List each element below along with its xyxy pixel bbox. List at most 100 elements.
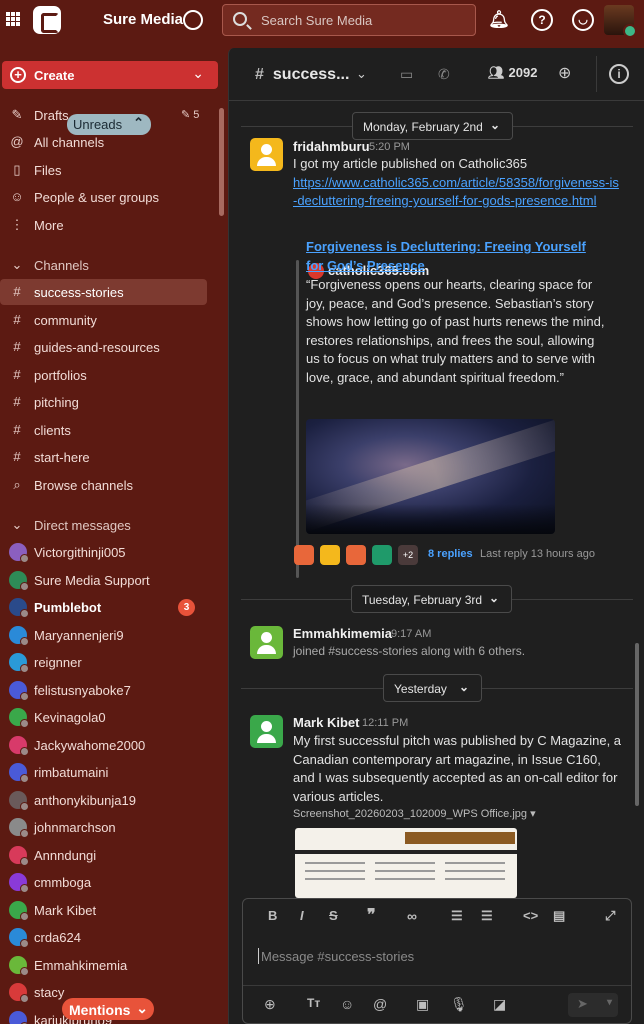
hash-icon: # (13, 312, 21, 327)
create-button[interactable]: + Create ⌄ (2, 61, 218, 89)
info-icon[interactable]: i (609, 64, 629, 84)
date-label: Tuesday, February 3rd (362, 593, 483, 607)
sidebar-item-dm[interactable]: Annndungi (0, 842, 218, 868)
post-time[interactable]: 12:11 PM (362, 717, 408, 729)
mentions-label: Mentions (69, 1002, 131, 1018)
sidebar-item-dm[interactable]: anthonykibunja19 (0, 787, 218, 813)
message-input[interactable]: Message #success-stories (257, 948, 414, 964)
post-username[interactable]: Emmahkimemia (293, 626, 392, 641)
sidebar-item-guides-and-resources[interactable]: # guides-and-resources (0, 334, 218, 360)
channel-label: guides-and-resources (34, 340, 160, 355)
link-icon[interactable]: ∞ (407, 908, 417, 924)
plus-circle-icon[interactable]: ⊕ (264, 996, 276, 1013)
post-link[interactable]: https://www.catholic365.com/article/5835… (293, 174, 623, 210)
file-attachment[interactable]: Screenshot_20260203_102009_WPS Office.jp… (293, 807, 536, 820)
add-member-icon[interactable]: ⊕ (558, 63, 571, 83)
avatar[interactable] (250, 715, 283, 748)
channels-header[interactable]: ⌄ Channels (0, 252, 218, 278)
sidebar-item-dm[interactable]: crda624 (0, 924, 218, 950)
bullet-list-icon[interactable]: ☰ (481, 908, 493, 924)
mention-icon[interactable]: @ (373, 996, 387, 1012)
team-name[interactable]: Sure Media (103, 11, 183, 28)
sidebar-item-start-here[interactable]: # start-here (0, 444, 218, 470)
sidebar-item-dm[interactable]: Pumblebot 3 (0, 594, 218, 620)
code-icon[interactable]: <> (523, 908, 538, 923)
whiteboard-icon[interactable]: ◪ (493, 996, 506, 1013)
emoji-icon[interactable]: ☺ (340, 996, 354, 1012)
sidebar-item-success-stories[interactable]: # success-stories (0, 279, 207, 305)
ordered-list-icon[interactable]: ☰ (451, 908, 463, 924)
formatting-toolbar: B I S ❞ ∞ ☰ ☰ <> ▤ ⤢ (243, 899, 631, 935)
phone-icon[interactable]: ✆ (438, 66, 450, 83)
mentions-pill[interactable]: Mentions ⌄ (62, 998, 154, 1020)
sidebar-item-clients[interactable]: # clients (0, 417, 218, 443)
messages-scrollbar[interactable] (635, 643, 639, 806)
microphone-icon[interactable]: 🎙︎ (450, 996, 468, 1013)
sidebar-item-dm[interactable]: reignner (0, 649, 218, 675)
browse-channels-item[interactable]: ⌕ Browse channels (0, 472, 218, 498)
product-switcher-icon[interactable] (6, 12, 20, 26)
sidebar-item-portfolios[interactable]: # portfolios (0, 362, 218, 388)
preview-image[interactable] (306, 419, 555, 534)
code-block-icon[interactable]: ▤ (553, 908, 565, 924)
help-icon[interactable]: ? (531, 9, 553, 31)
avatar[interactable] (250, 626, 283, 659)
member-count[interactable]: 👥︎ 2092 (488, 65, 537, 81)
user-avatar[interactable] (604, 5, 637, 38)
post-time[interactable]: 5:20 PM (369, 141, 410, 153)
dm-label: reignner (34, 655, 82, 670)
sidebar-item-dm[interactable]: Mark Kibet (0, 897, 218, 923)
hash-icon: # (255, 66, 264, 83)
post-text: joined #success-stories along with 6 oth… (293, 644, 526, 658)
date-separator[interactable]: Monday, February 2nd ⌄ (352, 112, 513, 140)
hash-icon: # (13, 367, 21, 382)
post-time[interactable]: 9:17 AM (391, 628, 431, 640)
expand-icon[interactable]: ⤢ (605, 908, 615, 924)
text-format-icon[interactable]: Tт (307, 996, 320, 1010)
video-call-icon[interactable]: ▭ (400, 66, 413, 83)
avatar (9, 955, 29, 976)
sidebar-scrollbar[interactable] (219, 108, 224, 216)
strikethrough-icon[interactable]: S (329, 908, 338, 923)
replies-link[interactable]: 8 replies (428, 548, 473, 560)
sidebar-item-people[interactable]: ☺ People & user groups (0, 184, 218, 210)
sidebar-item-dm[interactable]: Kevinagola0 (0, 704, 218, 730)
date-separator[interactable]: Yesterday ⌄ (383, 674, 482, 702)
unreads-pill[interactable]: Unreads ⌃ (67, 114, 151, 135)
sidebar-item-dm[interactable]: felistusnyaboke7 (0, 677, 218, 703)
bold-icon[interactable]: B (268, 908, 277, 923)
sidebar-item-pitching[interactable]: # pitching (0, 389, 218, 415)
sidebar-item-dm[interactable]: cmmboga (0, 869, 218, 895)
sidebar-item-dm[interactable]: Victorgithinji005 (0, 539, 218, 565)
send-button[interactable]: ➤ ▾ (568, 993, 618, 1017)
sidebar-item-dm[interactable]: rimbatumaini (0, 759, 218, 785)
avatar (294, 545, 314, 565)
video-clip-icon[interactable]: ▣ (416, 996, 429, 1013)
sidebar-item-more[interactable]: ⋮ More (0, 212, 218, 238)
file-preview-image[interactable] (295, 828, 517, 898)
dm-header[interactable]: ⌄ Direct messages (0, 512, 218, 538)
post-username[interactable]: Mark Kibet (293, 715, 359, 730)
chevron-down-icon[interactable]: ⌄ (356, 66, 367, 82)
channel-title[interactable]: # success... (255, 66, 349, 84)
bell-icon[interactable]: 🔔︎ (488, 9, 510, 31)
date-separator[interactable]: Tuesday, February 3rd ⌄ (351, 585, 512, 613)
team-switch-icon[interactable] (183, 10, 203, 30)
italic-icon[interactable]: I (300, 908, 304, 923)
sidebar-item-dm[interactable]: Sure Media Support (0, 567, 218, 593)
search-input[interactable]: Search Sure Media (222, 4, 476, 36)
sidebar-item-community[interactable]: # community (0, 307, 218, 333)
sidebar-item-dm[interactable]: Maryannenjeri9 (0, 622, 218, 648)
smiley-icon[interactable]: ◡ (572, 9, 594, 31)
post-username[interactable]: fridahmburu (293, 139, 370, 154)
sidebar-item-dm[interactable]: Jackywahome2000 (0, 732, 218, 758)
avatar (320, 545, 340, 565)
dm-label: Sure Media Support (34, 572, 150, 588)
quote-icon[interactable]: ❞ (367, 905, 376, 925)
unread-badge: 3 (178, 599, 195, 616)
sidebar-item-dm[interactable]: Emmahkimemia (0, 952, 218, 978)
sidebar-item-dm[interactable]: johnmarchson (0, 814, 218, 840)
preview-title[interactable]: Forgiveness is Decluttering: Freeing You… (306, 238, 606, 275)
avatar[interactable] (250, 138, 283, 171)
sidebar-item-files[interactable]: ▯ Files (0, 157, 218, 183)
